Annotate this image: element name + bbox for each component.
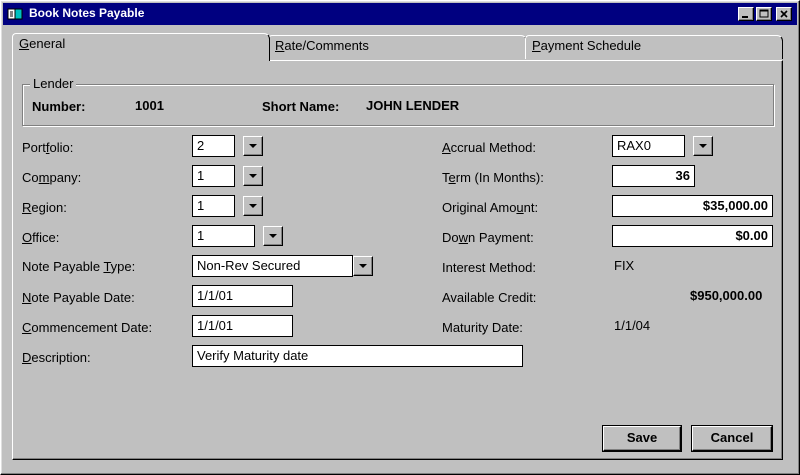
office-dropdown-button[interactable] [263, 226, 283, 246]
down-payment-label: Down Payment: [442, 230, 534, 245]
region-dropdown-button[interactable] [243, 196, 263, 216]
company-input[interactable]: 1 [192, 165, 235, 187]
term-label: Term (In Months): [442, 170, 544, 185]
accrual-method-dropdown-button[interactable] [693, 136, 713, 156]
maturity-date-value: 1/1/04 [614, 318, 651, 333]
lender-legend: Lender [30, 76, 77, 91]
original-amount-input[interactable]: $35,000.00 [612, 195, 773, 217]
interest-method-label: Interest Method: [442, 260, 536, 275]
tab-payment-hotkey: P [532, 38, 541, 53]
chevron-down-icon [249, 204, 257, 208]
company-dropdown-button[interactable] [243, 166, 263, 186]
tab-general-label: eneral [29, 36, 66, 51]
office-label: Office: [22, 230, 60, 245]
close-icon [780, 10, 788, 18]
short-name: JOHN LENDER [366, 98, 460, 113]
note-date-input[interactable]: 1/1/01 [192, 285, 293, 307]
chevron-down-icon [249, 174, 257, 178]
accrual-method-label: Accrual Method: [442, 140, 536, 155]
tab-payment-label: ayment Schedule [540, 38, 642, 53]
chevron-down-icon [249, 144, 257, 148]
short-name-label: Short Name: [262, 99, 340, 114]
tab-rate-label: ate/Comments [284, 38, 369, 53]
region-label: Region: [22, 200, 67, 215]
office-input[interactable]: 1 [192, 225, 255, 247]
tab-general-hotkey: G [19, 36, 30, 51]
portfolio-label: Portfolio: [22, 140, 74, 155]
cancel-button[interactable]: Cancel [692, 426, 772, 451]
term-input[interactable]: 36 [612, 165, 695, 187]
tab-general[interactable]: General [12, 33, 270, 61]
tab-rate-hotkey: R [275, 38, 285, 53]
minimize-button[interactable] [738, 7, 754, 21]
down-payment-input[interactable]: $0.00 [612, 225, 773, 247]
note-type-select[interactable]: Non-Rev Secured [192, 255, 353, 277]
chevron-down-icon [699, 144, 707, 148]
lender-number: 1001 [135, 98, 164, 113]
close-button[interactable] [776, 7, 792, 21]
tab-payment-schedule[interactable]: Payment Schedule [525, 35, 783, 59]
chevron-down-icon [359, 264, 367, 268]
book-app-icon[interactable] [7, 6, 23, 22]
maturity-date-label: Maturity Date: [442, 320, 523, 335]
portfolio-dropdown-button[interactable] [243, 136, 263, 156]
commencement-date-input[interactable]: 1/1/01 [192, 315, 293, 337]
tab-strip: General Rate/Comments Payment Schedule [12, 33, 784, 61]
title-bar[interactable]: Book Notes Payable [3, 3, 797, 25]
accrual-method-input[interactable]: RAX0 [612, 135, 685, 157]
company-label: Company: [22, 170, 82, 185]
note-date-label: Note Payable Date: [22, 290, 135, 305]
available-credit-value: $950,000.00 [690, 288, 763, 303]
commencement-date-label: Commencement Date: [22, 320, 153, 335]
note-type-label: Note Payable Type: [22, 259, 136, 274]
portfolio-input[interactable]: 2 [192, 135, 235, 157]
maximize-button[interactable] [756, 7, 772, 21]
description-input[interactable]: Verify Maturity date [192, 345, 523, 367]
save-button[interactable]: Save [603, 426, 681, 451]
original-amount-label: Original Amount: [442, 200, 539, 215]
lender-number-label: Number: [32, 99, 86, 114]
window-title: Book Notes Payable [29, 6, 145, 20]
chevron-down-icon [269, 234, 277, 238]
available-credit-label: Available Credit: [442, 290, 537, 305]
region-input[interactable]: 1 [192, 195, 235, 217]
interest-method-value: FIX [614, 258, 635, 273]
note-type-dropdown-button[interactable] [353, 256, 373, 276]
tab-rate-comments[interactable]: Rate/Comments [268, 35, 527, 59]
description-label: Description: [22, 350, 91, 365]
